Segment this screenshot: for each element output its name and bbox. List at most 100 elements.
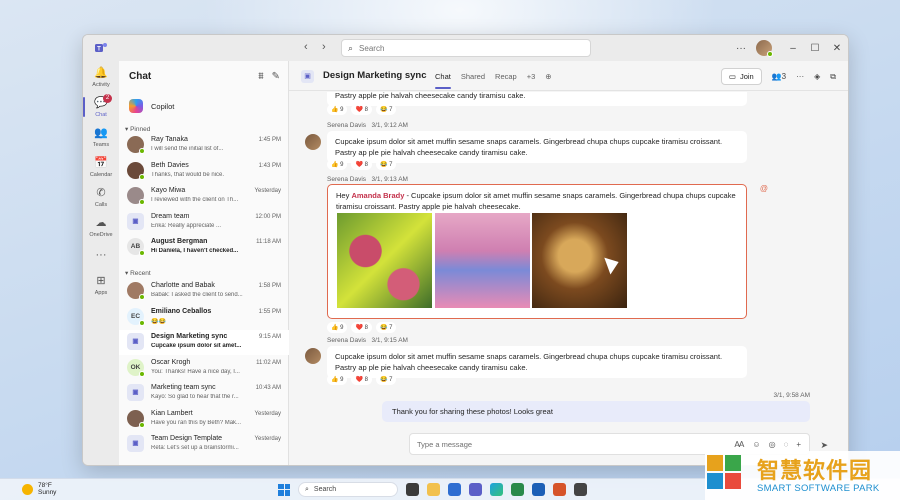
reaction-chip[interactable]: 😂 7 — [375, 322, 397, 333]
mention-name[interactable]: Amanda Brady — [351, 191, 404, 200]
chat-list-item[interactable]: Charlotte and Babak Babak: I asked the cl… — [119, 279, 289, 304]
photo-flowers[interactable] — [337, 213, 432, 308]
reactions-row: 👍 9 ❤️ 8 😂 7 — [327, 159, 397, 170]
powerpoint-icon[interactable] — [553, 483, 566, 496]
chat-list-item[interactable]: Ray Tanaka I will send the initial list o… — [119, 133, 289, 158]
chat-time: 1:45 PM — [258, 137, 281, 143]
copilot-header-icon[interactable]: ◈ — [814, 72, 820, 81]
chat-list-item[interactable]: ▣ Design Marketing sync Cupcake ipsum dolo… — [119, 330, 289, 355]
message-meta: Serena Davis 3/1, 9:15 AM — [327, 337, 408, 344]
edge-icon[interactable] — [490, 483, 503, 496]
forward-arrow-icon[interactable]: › — [322, 41, 326, 53]
chat-name: Kian Lambert — [151, 409, 193, 417]
rail-label: Chat — [95, 112, 107, 118]
windows-start-icon[interactable] — [278, 483, 290, 496]
close-button[interactable]: ✕ — [826, 43, 848, 54]
my-message-bubble[interactable]: Thank you for sharing these photos! Look… — [382, 401, 810, 422]
chat-list-item[interactable]: Beth Davies Thanks, that would be nice. 1:… — [119, 159, 289, 184]
excel-icon[interactable] — [511, 483, 524, 496]
tab-chat[interactable]: Chat — [435, 72, 451, 89]
rail-label: Calls — [94, 202, 108, 208]
store-icon[interactable] — [448, 483, 461, 496]
format-icon[interactable]: Ꜳ — [734, 440, 744, 449]
chat-list-item[interactable]: AB August Bergman Hi Daniela, I haven't ch… — [119, 235, 289, 260]
send-icon[interactable]: ➤ — [820, 440, 828, 451]
reaction-chip[interactable]: ❤️ 8 — [351, 159, 372, 170]
new-chat-icon[interactable]: ✎ — [272, 71, 280, 82]
chat-list-item[interactable]: Kian Lambert Have you ran this by Beth? M… — [119, 407, 289, 432]
rail-more[interactable]: ··· — [83, 249, 119, 262]
chat-list-item[interactable]: OK Oscar Krogh You: Thanks! Have a nice da… — [119, 356, 289, 381]
chat-list-item[interactable]: ▣ Marketing team sync Kayo: So glad to hea… — [119, 381, 289, 406]
rail-calls[interactable]: ✆ Calls — [83, 187, 119, 208]
chat-time: Yesterday — [254, 436, 281, 442]
filter-icon[interactable]: ⩩ — [258, 71, 263, 82]
outlook-icon[interactable] — [532, 483, 545, 496]
people-icon: 👥 — [771, 72, 782, 81]
rail-activity[interactable]: 🔔 Activity — [83, 67, 119, 88]
reaction-chip[interactable]: ❤️ 8 — [351, 104, 372, 115]
compose-tools: Ꜳ ☺ ◎ ◌ + — [734, 440, 801, 449]
popout-icon[interactable]: ⧉ — [830, 72, 836, 82]
chat-list-item[interactable]: EC Emiliano Ceballos 😂😂 1:55 PM — [119, 305, 289, 330]
chat-list-item[interactable]: Kayo Miwa I reviewed with the client on T… — [119, 184, 289, 209]
presence-dot — [139, 294, 145, 300]
loop-icon[interactable]: ◎ — [769, 440, 776, 449]
reaction-chip[interactable]: 👍 9 — [327, 322, 348, 333]
maximize-button[interactable]: ☐ — [804, 43, 826, 54]
chat-time: 12:00 PM — [255, 213, 281, 220]
reaction-chip[interactable]: ❤️ 8 — [351, 322, 372, 333]
sender-name: Serena Davis — [327, 337, 367, 344]
chat-preview: Reta: Let's set up a brainstormi... — [151, 445, 239, 451]
my-message-time: 3/1, 9:58 AM — [773, 392, 811, 399]
chat-list-item[interactable]: ▣ Dream team Erika: Really appreciate ... 1… — [119, 210, 289, 235]
reaction-chip[interactable]: 👍 9 — [327, 159, 348, 170]
add-tab-icon[interactable]: ⊕ — [545, 72, 551, 89]
participants-button[interactable]: 👥3 — [772, 72, 786, 81]
reaction-chip[interactable]: 😂 7 — [375, 374, 397, 385]
sender-avatar[interactable] — [305, 134, 321, 150]
reaction-chip[interactable]: 👍 9 — [327, 104, 348, 115]
teams-taskbar-icon[interactable] — [469, 483, 482, 496]
rail-calendar[interactable]: 📅 Calendar — [83, 157, 119, 178]
reaction-chip[interactable]: 😂 7 — [375, 159, 397, 170]
tab-recap[interactable]: Recap — [495, 72, 517, 89]
minimize-button[interactable]: – — [782, 43, 804, 54]
sender-avatar[interactable] — [305, 348, 321, 364]
rail-chat[interactable]: 💬 2 Chat — [83, 94, 119, 118]
more-options-button[interactable]: ··· — [730, 43, 752, 54]
reaction-chip[interactable]: 👍 9 — [327, 374, 348, 385]
chat-name: Oscar Krogh — [151, 358, 191, 366]
watermark-chinese: 智慧软件园 — [757, 458, 873, 483]
user-avatar[interactable] — [756, 40, 773, 57]
taskbar-search[interactable]: ⌕ Search — [298, 482, 398, 497]
reactions-row: 👍 9 ❤️ 8 😂 7 — [327, 374, 397, 385]
copilot-item[interactable]: Copilot — [129, 99, 174, 113]
rail-label: Activity — [92, 82, 110, 88]
back-arrow-icon[interactable]: ‹ — [304, 41, 308, 53]
recent-section-label[interactable]: ▾ Recent — [125, 269, 151, 277]
more-options-icon[interactable]: ··· — [796, 72, 804, 81]
rail-onedrive[interactable]: ☁ OneDrive — [83, 217, 119, 238]
chat-list-item[interactable]: ▣ Team Design Template Reta: Let's set up … — [119, 432, 289, 457]
search-input[interactable]: ⌕ Search — [341, 39, 591, 57]
bell-icon: 🔔 — [94, 67, 108, 79]
photo-landscape[interactable] — [435, 213, 530, 308]
rail-label: Apps — [94, 290, 108, 296]
app-icon[interactable] — [574, 483, 587, 496]
emoji-icon[interactable]: ☺ — [752, 440, 760, 449]
reaction-chip[interactable]: ❤️ 8 — [351, 374, 372, 385]
rail-teams[interactable]: 👥 Teams — [83, 127, 119, 148]
file-explorer-icon[interactable] — [427, 483, 440, 496]
pinned-section-label[interactable]: ▾ Pinned — [125, 125, 150, 133]
task-view-icon[interactable] — [406, 483, 419, 496]
tab-shared[interactable]: Shared — [461, 72, 485, 89]
tab-more[interactable]: +3 — [527, 72, 536, 89]
reaction-chip[interactable]: 😂 7 — [375, 104, 397, 115]
sticker-icon[interactable]: ◌ — [784, 440, 789, 449]
presence-dot — [139, 173, 145, 180]
rail-apps[interactable]: ⊞ Apps — [83, 275, 119, 296]
weather-widget[interactable]: 78°F Sunny — [22, 482, 56, 496]
add-icon[interactable]: + — [796, 440, 801, 449]
join-button[interactable]: ▭ Join — [720, 68, 762, 85]
